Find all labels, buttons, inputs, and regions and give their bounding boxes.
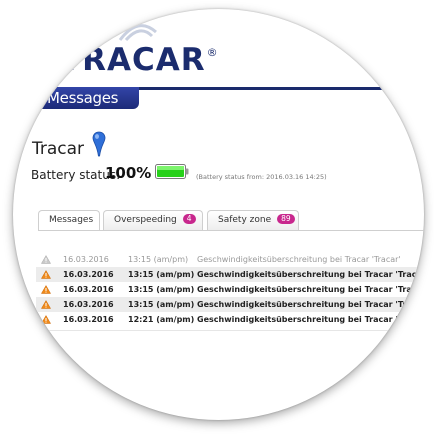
section-title-messages[interactable]: Messages [40,87,139,109]
app-logo[interactable]: TRACAR® [60,42,219,78]
table-row[interactable]: 16.03.2016 13:15 (am/pm) Geschwindigkeit… [36,252,424,267]
tab-messages[interactable]: Messages [38,210,100,230]
map-pin-icon[interactable] [92,131,106,157]
battery-full-icon [155,164,189,179]
message-tabs: Messages Overspeeding 4 Safety zone 89 [38,210,424,231]
message-time: 13:15 (am/pm) [128,270,195,279]
app-view: TRACAR® Messages Tracar Battery status: … [13,9,424,420]
magnifier-circle: TRACAR® Messages Tracar Battery status: … [13,9,424,420]
tab-label: Messages [49,215,94,225]
message-time: 13:15 (am/pm) [128,300,195,309]
battery-value: 100% [105,164,152,182]
logo-text: TRACAR [60,42,206,78]
tab-label: Overspeeding [114,215,177,225]
tab-label: Safety zone [218,215,272,225]
message-time: 12:21 (am/pm) [128,315,195,324]
warning-icon [41,315,51,324]
message-date: 16.03.2016 [63,255,109,264]
battery-status-note: (Battery status from: 2016.03.16 14:25) [196,173,327,181]
message-date: 16.03.2016 [63,285,114,294]
message-text: Geschwindigkeitsüberschreitung bei Traca… [197,285,424,294]
warning-icon [41,270,51,279]
message-date: 16.03.2016 [63,270,114,279]
tab-safety-zone[interactable]: Safety zone 89 [207,210,299,230]
message-text: Geschwindigkeitsüberschreitung bei Traca… [197,270,424,279]
message-time: 13:15 (am/pm) [128,255,189,264]
device-name: Tracar [32,139,85,159]
table-row[interactable]: 16.03.2016 13:15 (am/pm) Geschwindigkeit… [36,267,424,282]
warning-icon [41,285,51,294]
logo-registered-mark: ® [206,46,219,59]
count-badge: 89 [277,214,295,224]
table-row[interactable]: 16.03.2016 13:15 (am/pm) Geschwindigkeit… [36,282,424,297]
message-time: 13:15 (am/pm) [128,285,195,294]
messages-table: 16.03.2016 13:15 (am/pm) Geschwindigkeit… [36,252,424,327]
message-text: Geschwindigkeitsüberschreitung bei Traca… [197,300,424,309]
message-date: 16.03.2016 [63,315,114,324]
warning-icon [41,300,51,309]
message-text: Geschwindigkeitsüberschreitung bei Traca… [197,315,424,324]
tab-overspeeding[interactable]: Overspeeding 4 [103,210,203,230]
signal-waves-icon [118,24,157,42]
table-row[interactable]: 16.03.2016 13:15 (am/pm) Geschwindigkeit… [36,297,424,312]
tab-baseline [38,230,424,231]
warning-icon [41,255,51,264]
message-date: 16.03.2016 [63,300,114,309]
table-divider [36,330,424,331]
stage: TRACAR® Messages Tracar Battery status: … [0,0,434,434]
table-row[interactable]: 16.03.2016 12:21 (am/pm) Geschwindigkeit… [36,312,424,327]
count-badge: 4 [182,214,196,224]
message-text: Geschwindigkeitsüberschreitung bei Traca… [197,255,401,264]
